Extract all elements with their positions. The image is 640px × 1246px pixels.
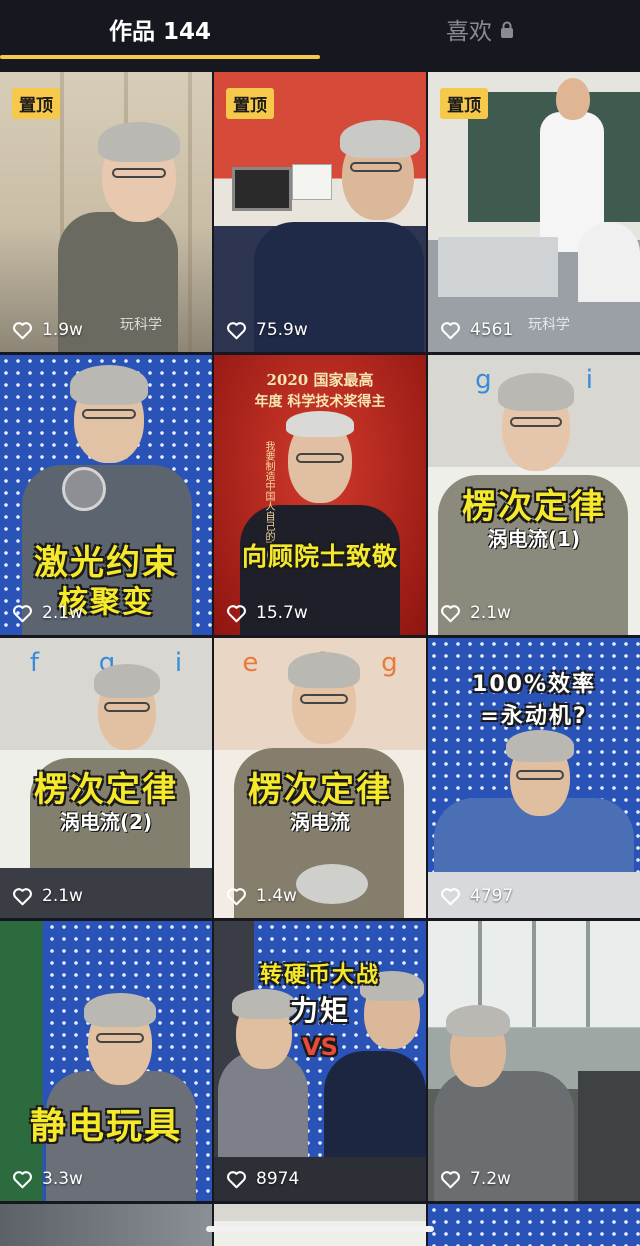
heart-outline-icon — [13, 604, 32, 622]
video-cover — [214, 1204, 426, 1246]
video-thumbnail[interactable] — [0, 1204, 212, 1246]
heart-outline-icon — [227, 887, 246, 905]
tab-likes[interactable]: 喜欢 — [320, 0, 640, 58]
like-count-value: 1.4w — [256, 886, 297, 906]
like-count-value: 2.1w — [42, 886, 83, 906]
video-caption: 楞次定律 — [248, 770, 392, 810]
video-thumbnail[interactable]: e f g 楞次定律 涡电流 1.4w — [214, 638, 426, 918]
video-cover — [428, 921, 640, 1201]
video-caption: 转硬币大战 — [259, 963, 380, 988]
like-count-value: 4561 — [470, 320, 514, 340]
video-cover — [0, 921, 212, 1201]
home-indicator[interactable] — [206, 1226, 434, 1232]
video-thumbnail[interactable]: 7.2w — [428, 921, 640, 1201]
like-count-value: 1.9w — [42, 320, 83, 340]
like-count: 8974 — [226, 1169, 299, 1189]
like-count-value: 2.1w — [470, 603, 511, 623]
heart-outline-icon — [441, 604, 460, 622]
video-cover — [0, 1204, 212, 1246]
heart-outline-icon — [441, 321, 460, 339]
like-count-value: 8974 — [256, 1169, 300, 1189]
tab-likes-label: 喜欢 — [446, 19, 492, 45]
like-count: 1.9w — [12, 320, 83, 340]
like-count: 2.1w — [12, 886, 83, 906]
active-tab-indicator — [0, 55, 320, 59]
heart-outline-icon — [227, 1170, 246, 1188]
profile-tab-bar: 作品 144 喜欢 — [0, 0, 640, 62]
tab-works[interactable]: 作品 144 — [0, 0, 320, 58]
video-caption: 静电玩具 — [29, 1106, 182, 1147]
video-thumbnail[interactable]: 静电玩具 3.3w — [0, 921, 212, 1201]
heart-outline-icon — [13, 321, 32, 339]
like-count-value: 3.3w — [42, 1169, 83, 1189]
like-count: 7.2w — [440, 1169, 511, 1189]
heart-outline-icon — [227, 604, 246, 622]
like-count: 4561 — [440, 320, 513, 340]
tab-works-label: 作品 144 — [108, 19, 212, 45]
heart-outline-icon — [441, 1170, 460, 1188]
video-thumbnail[interactable]: 置顶 玩科学 4561 — [428, 72, 640, 352]
video-thumbnail[interactable]: 置顶 75.9w — [214, 72, 426, 352]
video-subcaption: 涡电流 — [290, 810, 350, 834]
video-caption: 楞次定律 — [34, 770, 178, 810]
heart-outline-icon — [13, 887, 32, 905]
like-count: 75.9w — [226, 320, 308, 340]
watermark-text: 玩科学 — [528, 317, 570, 333]
like-count-value: 75.9w — [256, 320, 308, 340]
video-thumbnail[interactable]: 2020 国家最高 年度 科学技术奖得主 我要制造中国人自己的飞机 向顾院士致敬… — [214, 355, 426, 635]
like-count-value: 15.7w — [256, 603, 308, 623]
pinned-badge: 置顶 — [12, 88, 60, 119]
pinned-badge: 置顶 — [440, 88, 488, 119]
heart-outline-icon — [13, 1170, 32, 1188]
video-caption-line2: =永动机? — [480, 704, 588, 729]
video-caption: 100%效率 — [472, 672, 596, 697]
like-count: 3.3w — [12, 1169, 83, 1189]
video-caption: 楞次定律 — [462, 487, 606, 527]
video-thumbnail[interactable]: 置顶 玩科学 1.9w — [0, 72, 212, 352]
lock-icon — [500, 21, 514, 38]
video-thumbnail[interactable]: g i 楞次定律 涡电流(1) 2.1w — [428, 355, 640, 635]
like-count: 1.4w — [226, 886, 297, 906]
like-count: 2.1w — [12, 603, 83, 623]
award-banner-line2: 年度 科学技术奖得主 — [254, 394, 386, 410]
video-subcaption: 涡电流(1) — [487, 527, 581, 551]
video-subcaption: 涡电流(2) — [59, 810, 153, 834]
heart-outline-icon — [441, 887, 460, 905]
video-cover — [428, 1204, 640, 1246]
like-count: 4797 — [440, 886, 513, 906]
video-thumbnail[interactable]: 激光约束 核聚变 2.1w — [0, 355, 212, 635]
video-caption-line2: 力矩 — [289, 994, 350, 1027]
video-thumbnail[interactable] — [214, 1204, 426, 1246]
like-count-value: 7.2w — [470, 1169, 511, 1189]
video-thumbnail[interactable]: 转硬币大战 力矩 VS 8974 — [214, 921, 426, 1201]
video-thumbnail[interactable] — [428, 1204, 640, 1246]
award-banner-line1: 2020 国家最高 — [266, 371, 374, 389]
like-count-value: 4797 — [470, 886, 514, 906]
like-count: 2.1w — [440, 603, 511, 623]
heart-outline-icon — [227, 321, 246, 339]
like-count-value: 2.1w — [42, 603, 83, 623]
video-caption: 向顾院士致敬 — [241, 542, 398, 571]
like-count: 15.7w — [226, 603, 308, 623]
vs-badge: VS — [302, 1033, 338, 1061]
video-thumbnail[interactable]: f g i 楞次定律 涡电流(2) 2.1w — [0, 638, 212, 918]
watermark-text: 玩科学 — [120, 317, 162, 333]
pinned-badge: 置顶 — [226, 88, 274, 119]
video-thumbnail[interactable]: 100%效率 =永动机? 4797 — [428, 638, 640, 918]
